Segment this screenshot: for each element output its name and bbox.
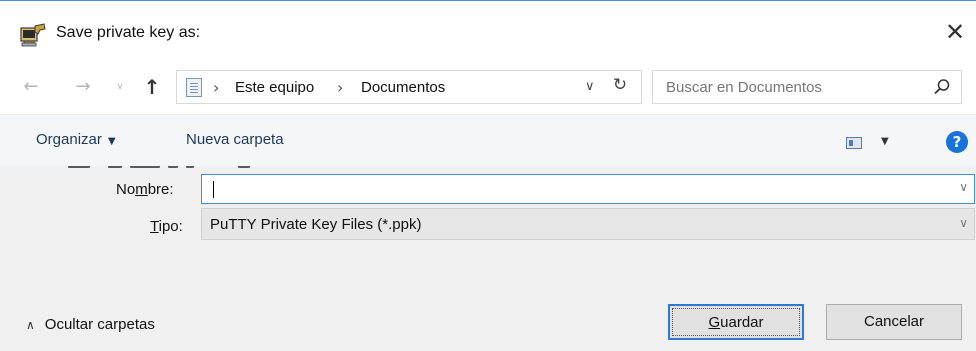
cancel-button[interactable]: Cancelar (826, 304, 962, 340)
hide-folders-label: Ocultar carpetas (44, 316, 155, 333)
file-name-label: Nombre: (116, 181, 174, 198)
breadcrumb-separator: › (213, 78, 220, 97)
file-name-dropdown-icon[interactable]: ∨ (959, 180, 968, 194)
recent-locations-chevron-icon[interactable]: ∨ (112, 74, 128, 100)
chevron-up-icon: ∧ (26, 318, 35, 332)
documents-folder-icon (186, 78, 202, 97)
search-input[interactable]: Buscar en Documentos (652, 70, 962, 104)
view-options-chevron-icon[interactable]: ▼ (881, 136, 889, 147)
refresh-icon[interactable]: ↻ (609, 75, 631, 99)
file-name-input[interactable]: ∨ (201, 174, 975, 204)
address-bar[interactable]: › Este equipo › Documentos ∨ ↻ (176, 70, 642, 104)
chevron-down-icon: ▼ (107, 136, 116, 147)
text-cursor (213, 181, 214, 198)
forward-arrow-icon[interactable]: → (70, 74, 96, 100)
organize-menu-button[interactable]: Organizar ▼ (36, 131, 116, 148)
back-arrow-icon[interactable]: ← (18, 74, 44, 100)
command-toolbar: Organizar ▼ Nueva carpeta ▼ ? (0, 114, 976, 166)
file-type-value: PuTTY Private Key Files (*.ppk) (210, 216, 422, 233)
search-icon[interactable] (933, 78, 951, 96)
breadcrumb-este-equipo[interactable]: Este equipo (235, 79, 314, 96)
up-arrow-icon[interactable]: ↑ (139, 74, 165, 100)
window-title: Save private key as: (56, 24, 201, 41)
hide-folders-toggle[interactable]: ∧ Ocultar carpetas (26, 316, 155, 333)
navigation-bar: ← → ∨ ↑ › Este equipo › Documentos ∨ ↻ B… (0, 60, 976, 114)
search-placeholder: Buscar en Documentos (666, 79, 822, 96)
save-form-panel: Nombre: ∨ Tipo: PuTTY Private Key Files … (0, 166, 976, 351)
view-options-icon[interactable] (846, 137, 862, 149)
save-button[interactable]: Guardar (668, 304, 804, 340)
putty-icon (20, 23, 46, 47)
file-type-dropdown-icon[interactable]: ∨ (959, 216, 968, 230)
title-bar: Save private key as: ✕ (0, 1, 976, 60)
help-icon[interactable]: ? (946, 131, 968, 153)
file-type-label: Tipo: (150, 218, 183, 235)
new-folder-button[interactable]: Nueva carpeta (186, 131, 284, 148)
breadcrumb-documentos[interactable]: Documentos (361, 79, 445, 96)
breadcrumb-separator: › (337, 78, 344, 97)
close-icon[interactable]: ✕ (940, 15, 970, 49)
file-type-select[interactable]: PuTTY Private Key Files (*.ppk) ∨ (201, 208, 975, 240)
organize-label: Organizar (36, 131, 102, 148)
address-dropdown-icon[interactable]: ∨ (585, 79, 595, 94)
clipped-file-list-row (68, 166, 258, 173)
